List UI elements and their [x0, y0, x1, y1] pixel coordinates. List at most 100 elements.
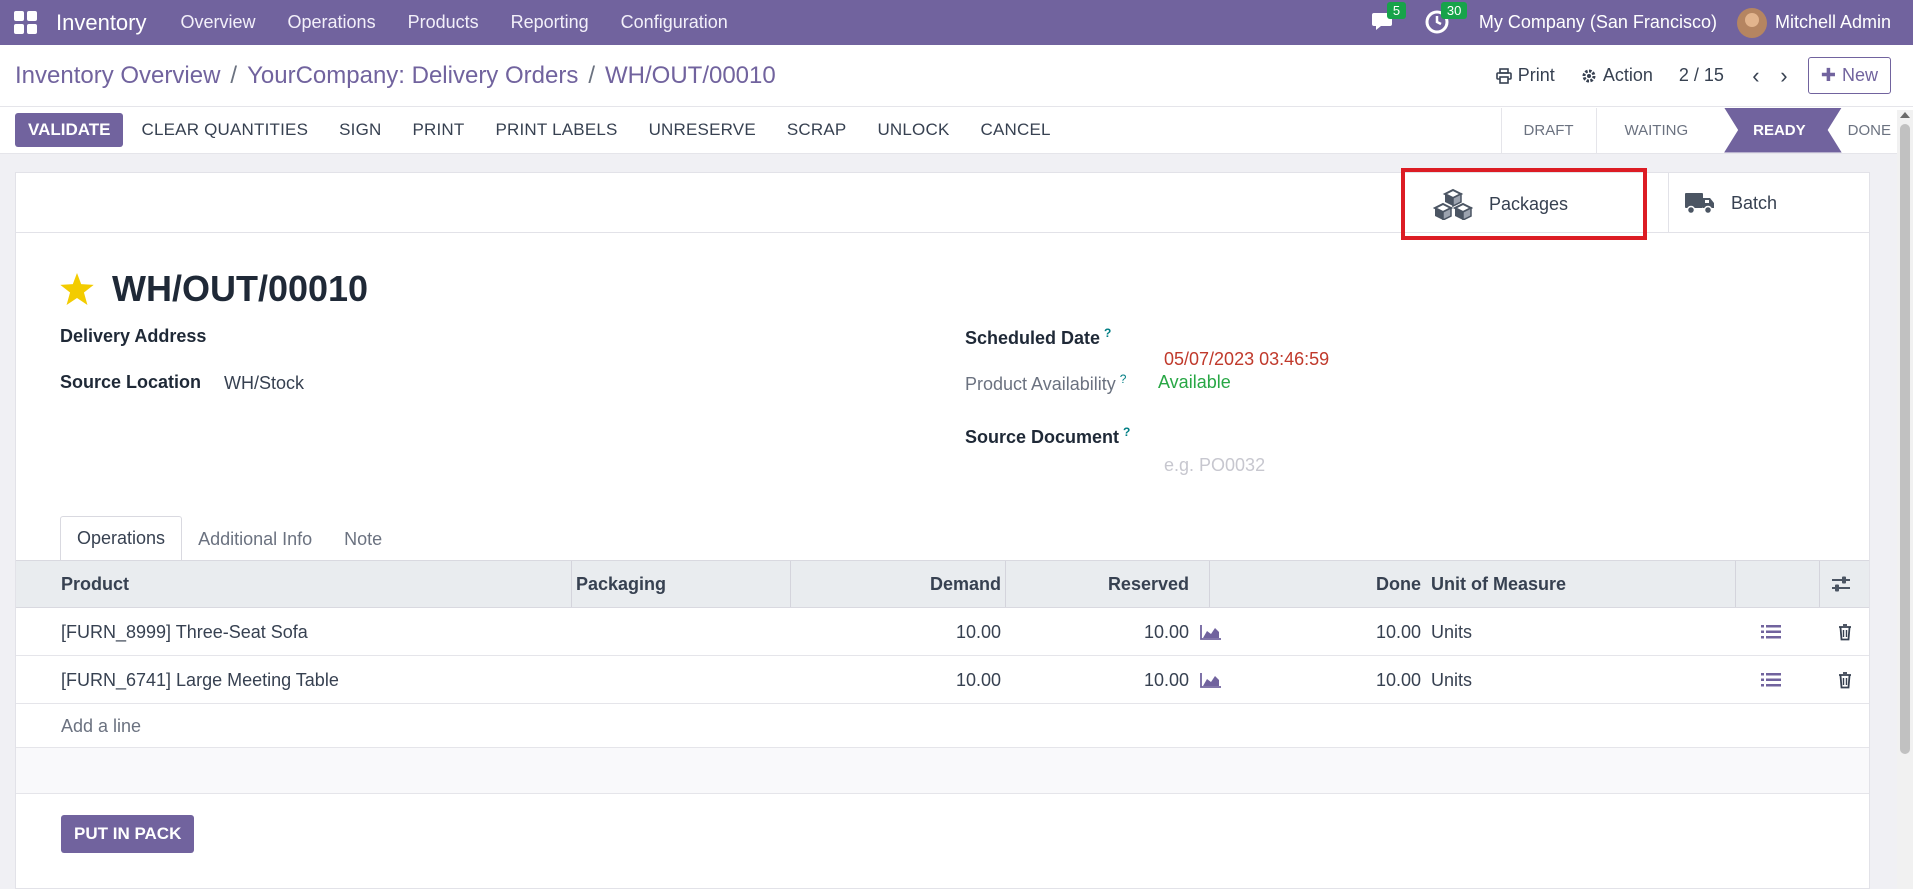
menu-overview[interactable]: Overview	[165, 12, 272, 33]
breadcrumb-inventory-overview[interactable]: Inventory Overview	[15, 62, 220, 90]
row-demand[interactable]: 10.00	[792, 656, 1001, 704]
availability-label: Product Availability	[965, 374, 1116, 394]
cancel-button[interactable]: CANCEL	[981, 120, 1051, 140]
table-row[interactable]: [FURN_8999] Three-Seat Sofa 10.00 10.00 …	[16, 608, 1869, 656]
tab-additional-info[interactable]: Additional Info	[182, 518, 328, 561]
scroll-up-icon[interactable]	[1900, 112, 1910, 118]
status-ready[interactable]: READY	[1710, 108, 1842, 153]
new-button[interactable]: ✚ New	[1807, 57, 1891, 94]
header-product[interactable]: Product	[61, 561, 129, 607]
breadcrumb-delivery-orders[interactable]: YourCompany: Delivery Orders	[247, 62, 578, 90]
row-done[interactable]: 10.00	[1211, 656, 1421, 704]
menu-reporting[interactable]: Reporting	[495, 12, 605, 33]
action-bar: VALIDATE CLEAR QUANTITIES SIGN PRINT PRI…	[0, 107, 1913, 154]
menu-configuration[interactable]: Configuration	[605, 12, 744, 33]
unreserve-button[interactable]: UNRESERVE	[649, 120, 756, 140]
scrap-button[interactable]: SCRAP	[787, 120, 847, 140]
availability-label-wrap: Product Availability?	[965, 372, 1126, 395]
batch-label: Batch	[1731, 192, 1778, 213]
trash-icon[interactable]	[1838, 608, 1852, 656]
row-done[interactable]: 10.00	[1211, 608, 1421, 656]
row-uom: Units	[1431, 621, 1473, 642]
tab-note[interactable]: Note	[328, 518, 398, 561]
source-document-label: Source Document	[965, 427, 1120, 447]
pager-previous-icon[interactable]: ‹	[1742, 63, 1770, 89]
breadcrumb-separator: /	[230, 61, 238, 89]
availability-value: Available	[1158, 372, 1231, 392]
messages-badge: 5	[1386, 1, 1407, 19]
new-label: New	[1841, 65, 1878, 85]
add-line-row: Add a line	[16, 704, 1869, 748]
trash-icon[interactable]	[1838, 656, 1852, 704]
scrollbar-thumb[interactable]	[1900, 124, 1910, 754]
column-divider	[1209, 561, 1210, 607]
header-uom[interactable]: Unit of Measure	[1431, 561, 1566, 607]
scheduled-date-label: Scheduled Date	[965, 328, 1101, 348]
table-footer	[16, 748, 1869, 794]
status-draft[interactable]: DRAFT	[1500, 107, 1596, 153]
status-waiting[interactable]: WAITING	[1595, 107, 1711, 153]
top-navbar: Inventory Overview Operations Products R…	[0, 0, 1913, 45]
print-menu-button[interactable]: Print	[1495, 65, 1555, 86]
user-menu[interactable]: Mitchell Admin	[1775, 12, 1891, 33]
header-demand[interactable]: Demand	[792, 561, 1001, 607]
user-avatar[interactable]	[1736, 7, 1767, 38]
messages-button[interactable]: 5	[1371, 1, 1407, 36]
row-uom: Units	[1431, 669, 1473, 690]
help-icon[interactable]: ?	[1123, 425, 1130, 439]
app-name[interactable]: Inventory	[56, 10, 147, 36]
record-title: WH/OUT/00010	[112, 268, 369, 309]
source-document-input[interactable]: e.g. PO0032	[1164, 455, 1265, 476]
breadcrumb: Inventory Overview / YourCompany: Delive…	[15, 62, 776, 90]
print-labels-button[interactable]: PRINT LABELS	[495, 120, 617, 140]
clear-quantities-button[interactable]: CLEAR QUANTITIES	[141, 120, 308, 140]
validate-button[interactable]: VALIDATE	[15, 113, 124, 147]
help-icon[interactable]: ?	[1120, 372, 1127, 386]
menu-operations[interactable]: Operations	[272, 12, 392, 33]
table-row[interactable]: [FURN_6741] Large Meeting Table 10.00 10…	[16, 656, 1869, 704]
company-switcher[interactable]: My Company (San Francisco)	[1479, 12, 1717, 33]
pager-next-icon[interactable]: ›	[1770, 63, 1798, 89]
action-menu-button[interactable]: Action	[1581, 65, 1653, 86]
source-document-label-wrap: Source Document?	[965, 425, 1130, 448]
smart-button-box: Packages Batch	[16, 168, 1869, 240]
operations-table: Product Packaging Demand Reserved Done U…	[16, 560, 1869, 794]
breadcrumb-current: WH/OUT/00010	[605, 61, 776, 89]
row-product[interactable]: [FURN_6741] Large Meeting Table	[61, 656, 339, 704]
print-button[interactable]: PRINT	[412, 120, 464, 140]
row-reserved: 10.00	[1143, 621, 1189, 642]
row-demand[interactable]: 10.00	[792, 608, 1001, 656]
tab-operations[interactable]: Operations	[60, 516, 183, 561]
header-packaging[interactable]: Packaging	[576, 561, 666, 607]
header-reserved[interactable]: Reserved	[1007, 561, 1189, 607]
help-icon[interactable]: ?	[1104, 326, 1111, 340]
sign-button[interactable]: SIGN	[339, 120, 381, 140]
column-divider	[1005, 561, 1006, 607]
optional-columns-toggle[interactable]	[1831, 561, 1851, 607]
pager-value[interactable]: 2 / 15	[1679, 65, 1724, 86]
unlock-button[interactable]: UNLOCK	[877, 120, 949, 140]
scheduled-date-field[interactable]: 05/07/2023 03:46:59	[1164, 349, 1329, 370]
apps-menu-icon[interactable]	[14, 10, 38, 35]
column-divider	[1735, 561, 1736, 607]
add-line-link[interactable]: Add a line	[61, 716, 141, 737]
details-list-icon[interactable]	[1761, 656, 1781, 704]
put-in-pack-button[interactable]: PUT IN PACK	[61, 815, 195, 853]
column-divider	[571, 561, 572, 607]
row-reserved: 10.00	[1143, 669, 1189, 690]
print-label: Print	[1517, 65, 1555, 85]
source-location-field[interactable]: WH/Stock	[224, 373, 304, 394]
control-panel: Inventory Overview / YourCompany: Delive…	[0, 45, 1913, 107]
header-done[interactable]: Done	[1211, 561, 1421, 607]
sliders-icon	[1832, 576, 1850, 592]
status-bar: DRAFT WAITING READY DONE	[1500, 107, 1913, 153]
star-icon[interactable]	[60, 273, 94, 305]
packages-label: Packages	[1489, 193, 1569, 214]
batch-smart-button[interactable]: Batch	[1668, 173, 1868, 233]
packages-smart-button[interactable]: Packages	[1401, 168, 1647, 240]
page-scrollbar[interactable]	[1897, 110, 1913, 889]
menu-products[interactable]: Products	[392, 12, 495, 33]
details-list-icon[interactable]	[1761, 608, 1781, 656]
activities-button[interactable]: 30	[1425, 1, 1468, 36]
row-product[interactable]: [FURN_8999] Three-Seat Sofa	[61, 608, 308, 656]
